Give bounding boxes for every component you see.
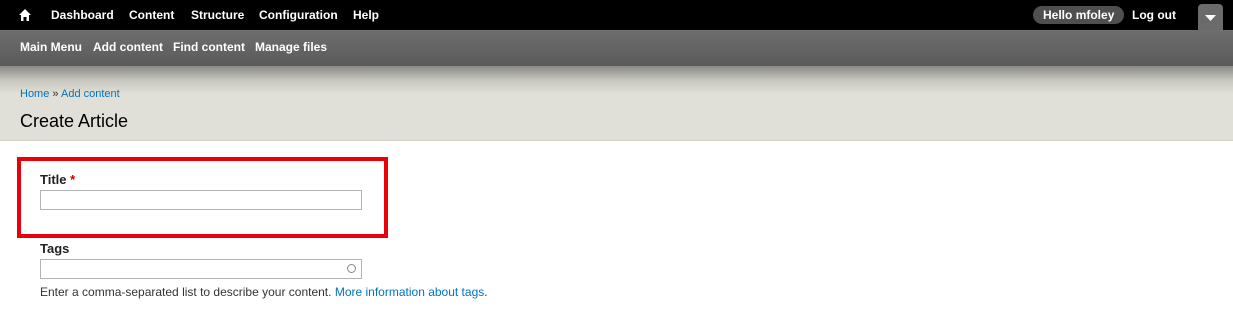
breadcrumb: Home » Add content (20, 88, 120, 100)
toolbar-help-link[interactable]: Help (353, 0, 379, 30)
required-marker: * (70, 172, 76, 187)
tags-help-link[interactable]: More information about tags (335, 285, 484, 299)
tags-description: Enter a comma-separated list to describe… (40, 285, 488, 299)
toolbar-structure-link[interactable]: Structure (191, 0, 244, 30)
tags-field-label: Tags (40, 241, 70, 256)
shortcut-bar: Main Menu Add content Find content Manag… (0, 30, 1233, 66)
tags-description-text: Enter a comma-separated list to describe… (40, 285, 332, 299)
breadcrumb-home-link[interactable]: Home (20, 88, 49, 100)
toolbar-content-link[interactable]: Content (129, 0, 174, 30)
breadcrumb-add-content-link[interactable]: Add content (61, 88, 120, 100)
description-period: . (484, 285, 488, 299)
home-icon[interactable] (18, 8, 32, 22)
toolbar-dashboard-link[interactable]: Dashboard (51, 0, 114, 30)
shortcut-find-content[interactable]: Find content (173, 30, 245, 66)
shortcut-add-content[interactable]: Add content (93, 30, 163, 66)
chevron-down-icon (1205, 15, 1216, 21)
title-field-label: Title * (40, 172, 75, 187)
user-greeting[interactable]: Hello mfoley (1033, 6, 1125, 24)
tags-input[interactable] (40, 259, 362, 279)
greeting-prefix: Hello (1043, 8, 1073, 22)
autocomplete-throbber-icon (347, 264, 356, 273)
logout-link[interactable]: Log out (1132, 0, 1176, 30)
page-title: Create Article (20, 111, 129, 131)
breadcrumb-separator: » (52, 88, 59, 100)
title-label-text: Title (40, 172, 67, 187)
toolbar-configuration-link[interactable]: Configuration (259, 0, 338, 30)
username: mfoley (1075, 8, 1115, 22)
shortcut-manage-files[interactable]: Manage files (255, 30, 327, 66)
admin-toolbar: Dashboard Content Structure Configuratio… (0, 0, 1233, 30)
title-input[interactable] (40, 190, 362, 210)
toolbar-drawer-toggle[interactable] (1198, 4, 1223, 30)
page-header: Home » Add content Create Article (0, 66, 1233, 141)
shortcut-main-menu[interactable]: Main Menu (20, 30, 82, 66)
